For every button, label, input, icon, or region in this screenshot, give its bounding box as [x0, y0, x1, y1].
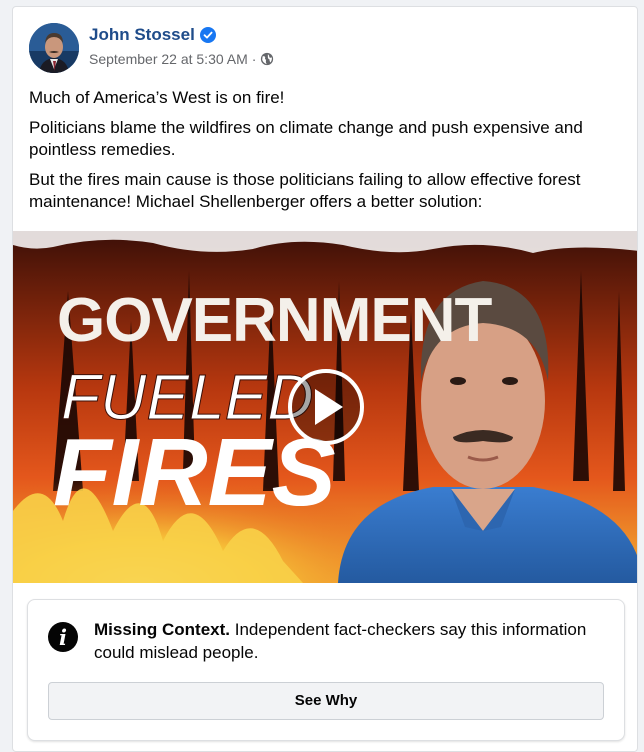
post-body: Much of America’s West is on fire! Polit…: [29, 87, 625, 221]
post-paragraph: But the fires main cause is those politi…: [29, 170, 581, 211]
avatar[interactable]: [29, 23, 79, 73]
video-thumbnail[interactable]: GOVERNMENT FUELED FIRES: [13, 231, 637, 583]
play-icon[interactable]: [288, 369, 364, 445]
video-title-line1: GOVERNMENT: [57, 286, 492, 355]
fact-check-text: Missing Context. Independent fact-checke…: [94, 618, 614, 664]
post-header: John Stossel September 22 at 5:30 AM ·: [29, 23, 619, 73]
post-paragraph: Politicians blame the wildfires on clima…: [29, 118, 583, 159]
globe-icon[interactable]: [260, 52, 274, 66]
post-paragraph: Much of America’s West is on fire!: [29, 88, 285, 107]
info-icon: i: [48, 622, 78, 652]
verified-badge-icon: [199, 27, 216, 43]
author-name[interactable]: John Stossel: [89, 25, 195, 45]
meta-separator: ·: [251, 51, 257, 67]
fact-check-notice: i Missing Context. Independent fact-chec…: [27, 599, 625, 741]
post-timestamp[interactable]: September 22 at 5:30 AM: [89, 51, 248, 67]
post-card: John Stossel September 22 at 5:30 AM · M…: [12, 6, 638, 752]
fact-check-title: Missing Context.: [94, 620, 231, 639]
video-title-line3: FIRES: [53, 419, 336, 526]
see-why-button[interactable]: See Why: [48, 682, 604, 720]
